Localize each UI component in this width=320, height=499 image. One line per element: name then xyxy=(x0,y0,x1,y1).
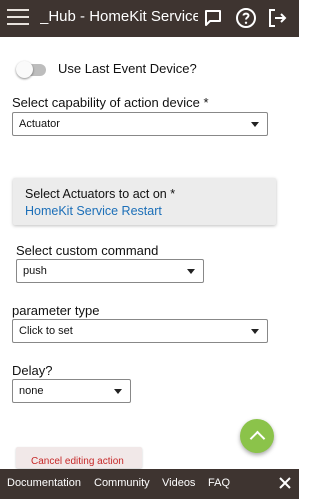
capability-label: Select capability of action device * xyxy=(12,95,209,110)
command-select[interactable]: push xyxy=(16,259,204,283)
parameter-type-label: parameter type xyxy=(12,303,100,318)
capability-select[interactable]: Actuator xyxy=(12,112,268,136)
delay-label: Delay? xyxy=(12,363,53,378)
page-title: _Hub - HomeKit Service Re xyxy=(40,8,198,25)
chevron-down-icon xyxy=(251,329,259,334)
toggle-label: Use Last Event Device? xyxy=(58,61,197,76)
command-value: push xyxy=(23,265,47,277)
chevron-down-icon xyxy=(114,389,122,394)
footer-link-documentation[interactable]: Documentation xyxy=(7,477,81,489)
delay-select[interactable]: none xyxy=(12,379,131,403)
actuators-selected-link[interactable]: HomeKit Service Restart xyxy=(25,204,162,218)
footer-link-community[interactable]: Community xyxy=(94,477,150,489)
delay-value: none xyxy=(19,385,44,397)
close-icon[interactable] xyxy=(278,476,292,490)
capability-value: Actuator xyxy=(19,118,60,130)
parameter-type-select[interactable]: Click to set xyxy=(12,319,268,343)
footer-link-videos[interactable]: Videos xyxy=(162,477,195,489)
chevron-up-icon xyxy=(249,430,266,447)
chevron-down-icon xyxy=(251,122,259,127)
cancel-editing-label: Cancel editing action xyxy=(31,456,124,467)
footer-link-faq[interactable]: FAQ xyxy=(208,477,230,489)
help-circle-icon[interactable] xyxy=(234,6,258,30)
use-last-event-device-toggle[interactable] xyxy=(16,61,46,78)
chevron-down-icon xyxy=(187,269,195,274)
actuators-card[interactable]: Select Actuators to act on * HomeKit Ser… xyxy=(13,178,276,225)
command-label: Select custom command xyxy=(16,243,159,258)
chat-bubble-icon[interactable] xyxy=(201,6,225,30)
scroll-to-top-button[interactable] xyxy=(240,419,274,453)
menu-icon[interactable] xyxy=(7,9,29,27)
top-app-bar: _Hub - HomeKit Service Re xyxy=(0,0,299,37)
actuators-heading: Select Actuators to act on * xyxy=(25,187,176,201)
footer-bar: Documentation Community Videos FAQ xyxy=(0,469,299,499)
toggle-knob xyxy=(16,61,33,78)
cancel-editing-button[interactable]: Cancel editing action xyxy=(16,447,142,468)
parameter-type-value: Click to set xyxy=(19,325,73,337)
logout-icon[interactable] xyxy=(265,6,289,30)
